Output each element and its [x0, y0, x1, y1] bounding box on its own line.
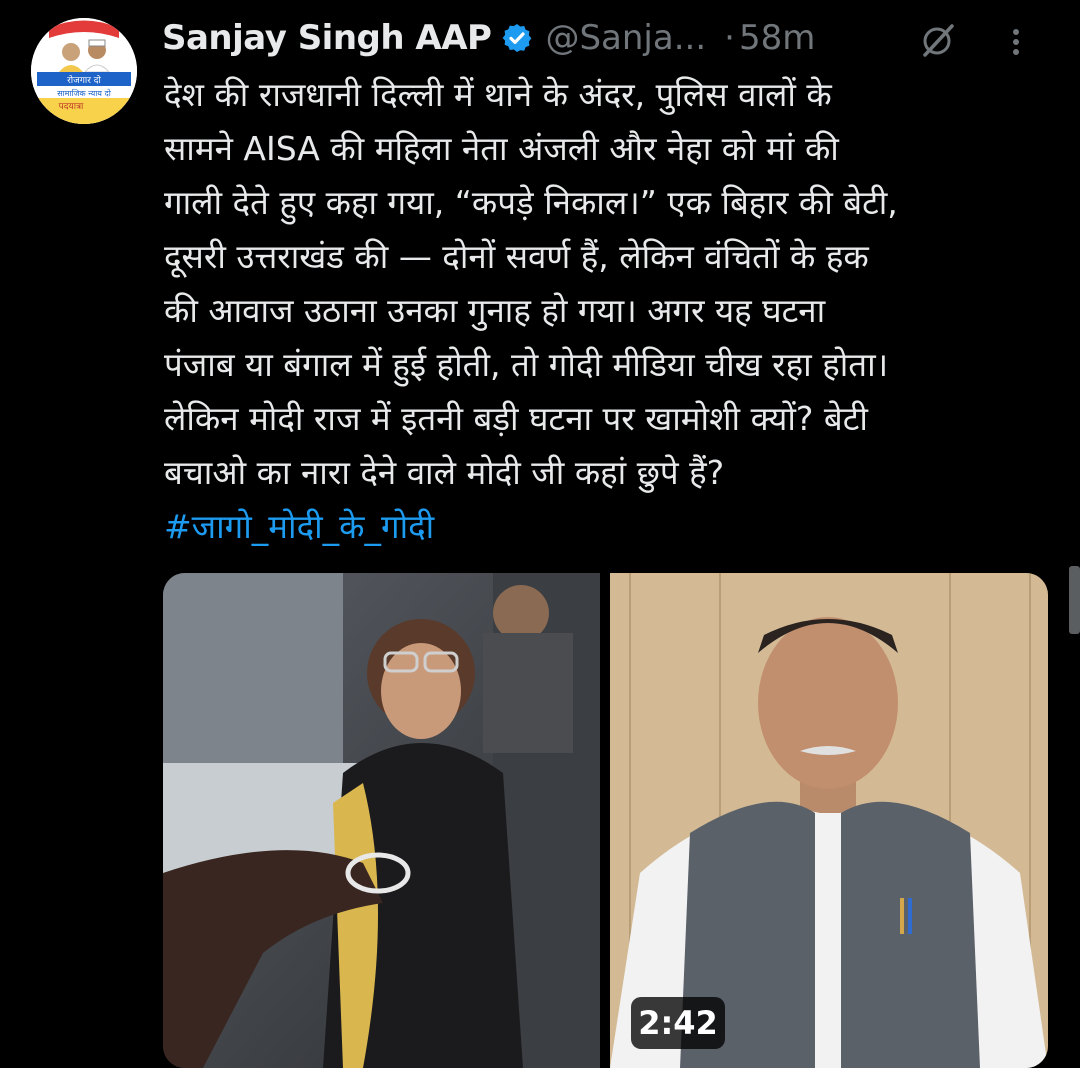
page-scrollbar[interactable]: [1069, 566, 1080, 634]
tweet-text-line: बचाओ का नारा देने वाले मोदी जी कहां छुपे…: [164, 453, 725, 492]
video-duration-badge: 2:42: [631, 997, 725, 1049]
avatar-text-3: पदयात्रा: [59, 102, 84, 112]
avatar-text-1: रोजगार दो: [67, 74, 101, 86]
author-name[interactable]: Sanjay Singh AAP: [162, 18, 492, 58]
video-thumbnail-left: [163, 573, 600, 1068]
tweet-text-line: दूसरी उत्तराखंड की — दोनों सवर्ण हैं, ले…: [164, 237, 869, 276]
tweet-text-line: पंजाब या बंगाल में हुई होती, तो गोदी मीड…: [164, 345, 889, 384]
video-frame-right: [610, 573, 1048, 1068]
timestamp[interactable]: 58m: [739, 18, 815, 58]
author-handle[interactable]: @Sanja...: [545, 18, 706, 58]
verified-badge-icon[interactable]: [501, 22, 533, 54]
tweet-header: Sanjay Singh AAP @Sanja... · 58m: [162, 14, 1062, 62]
hashtag-link[interactable]: #जागो_मोदी_के_गोदी: [164, 500, 434, 554]
tweet-text-line: गाली देते हुए कहा गया, “कपड़े निकाल।” एक…: [164, 183, 898, 222]
tweet-text-line: सामने AISA की महिला नेता अंजली और नेहा क…: [164, 129, 839, 168]
separator-dot: ·: [724, 18, 735, 58]
tweet-text-line: की आवाज उठाना उनका गुनाह हो गया। अगर यह …: [164, 291, 826, 330]
author-avatar[interactable]: रोजगार दो सामाजिक न्याय दो पदयात्रा: [31, 18, 137, 124]
video-thumbnail-right: [610, 573, 1048, 1068]
video-frame-left: [163, 573, 600, 1068]
avatar-image: रोजगार दो सामाजिक न्याय दो पदयात्रा: [31, 18, 137, 124]
more-options-icon[interactable]: [1006, 22, 1026, 66]
avatar-text-2: सामाजिक न्याय दो: [57, 88, 112, 98]
tweet-text-line: लेकिन मोदी राज में इतनी बड़ी घटना पर खाम…: [164, 399, 868, 438]
tweet-text: देश की राजधानी दिल्ली में थाने के अंदर, …: [164, 68, 1044, 500]
video-media[interactable]: 2:42: [163, 573, 1048, 1068]
grok-icon[interactable]: [918, 20, 958, 64]
tweet-text-line: देश की राजधानी दिल्ली में थाने के अंदर, …: [164, 75, 832, 114]
